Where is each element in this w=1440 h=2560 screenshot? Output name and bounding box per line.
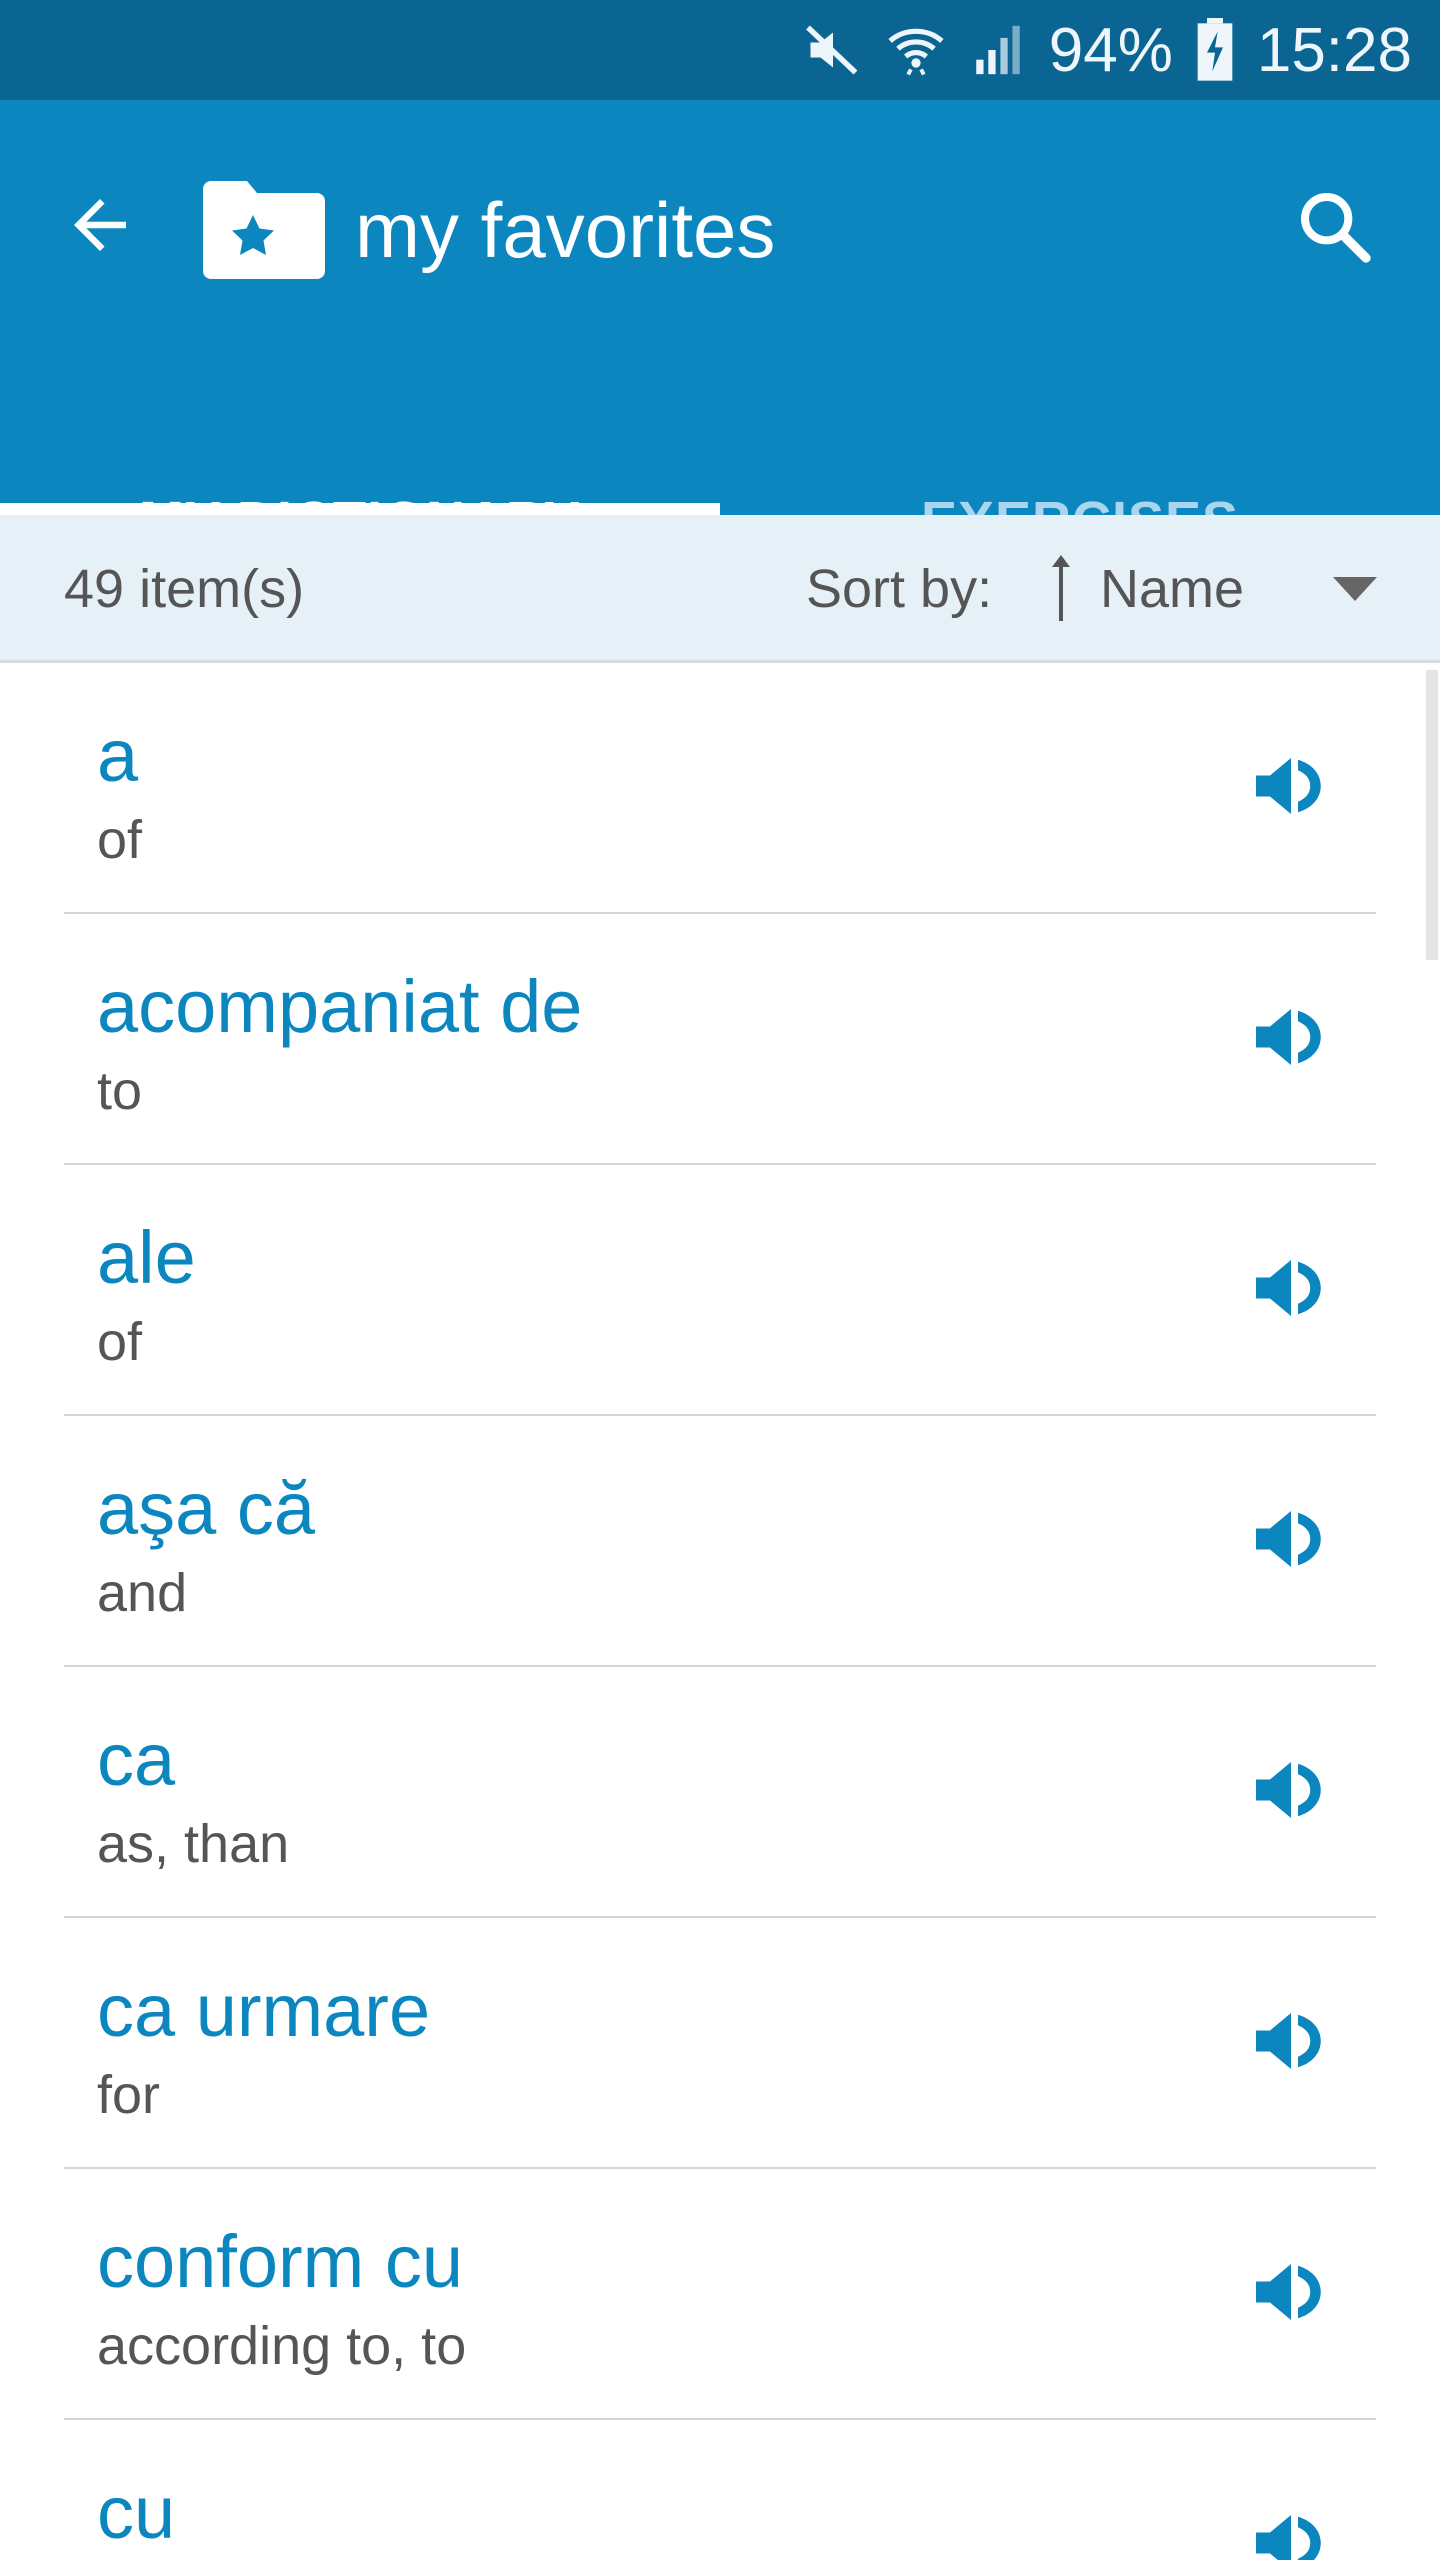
battery-percent: 94% <box>1048 15 1173 85</box>
entry-translation: according to, to <box>97 2316 467 2376</box>
entry-word: ca urmare <box>97 1969 431 2052</box>
entry-word: a <box>97 714 139 797</box>
entry-translation: as, than <box>97 1814 290 1874</box>
entry-translation: to <box>97 1061 143 1121</box>
star-folder-icon <box>203 181 325 279</box>
sort-dropdown-button[interactable] <box>1310 545 1400 635</box>
entry-translation: and <box>97 1563 188 1623</box>
speaker-icon[interactable] <box>1236 1233 1346 1343</box>
signal-icon <box>969 21 1027 79</box>
tab-exercises[interactable]: EXERCISES <box>720 410 1440 551</box>
sort-ascending-icon[interactable] <box>1046 553 1076 623</box>
scrollbar-thumb[interactable] <box>1426 670 1438 960</box>
list-item[interactable]: cu <box>64 2420 1376 2560</box>
list-item[interactable]: a of <box>64 663 1376 914</box>
list-item[interactable]: ca as, than <box>64 1667 1376 1918</box>
favorites-list: a of acompaniat de to ale of aşa că and … <box>0 663 1440 2560</box>
sort-value[interactable]: Name <box>1100 558 1244 620</box>
mute-icon <box>803 20 863 80</box>
speaker-icon[interactable] <box>1236 1986 1346 2096</box>
back-arrow-icon <box>74 199 126 251</box>
entry-translation: of <box>97 810 143 870</box>
entry-translation: of <box>97 1312 143 1372</box>
search-icon <box>1301 193 1371 263</box>
page-title: my favorites <box>355 185 776 274</box>
entry-word: cu <box>97 2471 176 2554</box>
app-bar: my favorites MY DICTIONARY EXERCISES <box>0 100 1440 551</box>
speaker-icon[interactable] <box>1236 731 1346 841</box>
entry-word: aşa că <box>97 1467 316 1550</box>
item-count: 49 item(s) <box>64 559 305 619</box>
entry-word: conform cu <box>97 2220 464 2303</box>
active-tab-indicator <box>0 503 720 515</box>
sort-label: Sort by: <box>806 559 993 619</box>
clock: 15:28 <box>1256 15 1412 85</box>
list-item[interactable]: conform cu according to, to <box>64 2169 1376 2420</box>
tab-my-dictionary[interactable]: MY DICTIONARY <box>0 410 720 551</box>
title-group: my favorites <box>203 160 775 300</box>
entry-translation: for <box>97 2065 161 2125</box>
speaker-icon[interactable] <box>1236 2488 1346 2560</box>
tab-bar: MY DICTIONARY EXERCISES <box>0 410 1440 551</box>
battery-charging-icon <box>1195 18 1235 82</box>
speaker-icon[interactable] <box>1236 2237 1346 2347</box>
sort-bar: 49 item(s) Sort by: Name <box>0 515 1440 663</box>
dropdown-triangle-icon <box>1333 577 1377 601</box>
wifi-icon <box>885 19 947 81</box>
entry-word: ale <box>97 1216 196 1299</box>
speaker-icon[interactable] <box>1236 982 1346 1092</box>
entry-word: acompaniat de <box>97 965 583 1048</box>
back-button[interactable] <box>50 175 150 275</box>
status-bar: 94% 15:28 <box>0 0 1440 100</box>
list-item[interactable]: ale of <box>64 1165 1376 1416</box>
status-bar-right: 94% 15:28 <box>803 0 1412 100</box>
list-item[interactable]: aşa că and <box>64 1416 1376 1667</box>
speaker-icon[interactable] <box>1236 1735 1346 1845</box>
search-button[interactable] <box>1280 172 1390 282</box>
speaker-icon[interactable] <box>1236 1484 1346 1594</box>
list-item[interactable]: acompaniat de to <box>64 914 1376 1165</box>
entry-word: ca <box>97 1718 176 1801</box>
list-item[interactable]: ca urmare for <box>64 1918 1376 2169</box>
